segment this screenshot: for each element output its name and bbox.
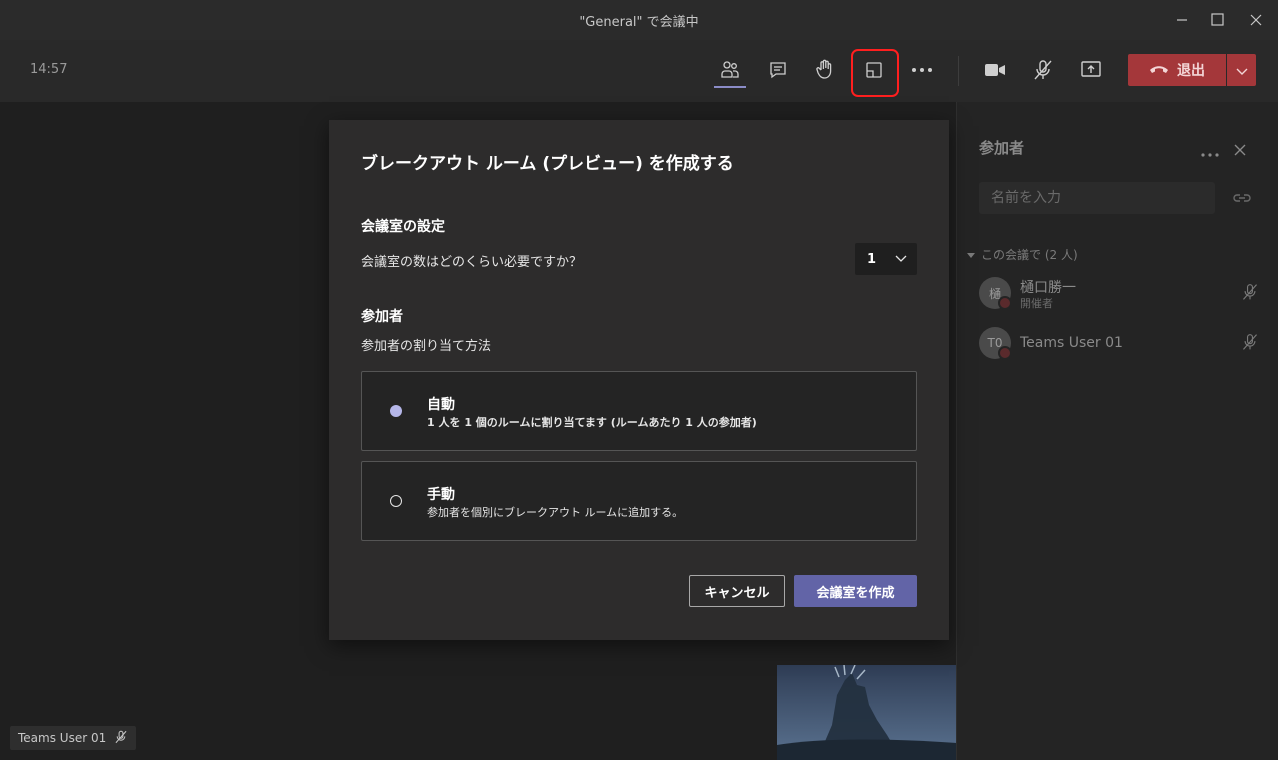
option-title: 手動 <box>427 487 455 503</box>
self-video-thumbnail <box>777 665 957 760</box>
panel-title: 参加者 <box>979 139 1025 157</box>
toolbar-divider <box>958 56 959 86</box>
avatar: T0 <box>979 327 1012 360</box>
self-name: Teams User 01 <box>18 731 107 745</box>
avatar: 樋 <box>979 277 1012 310</box>
option-automatic[interactable]: 自動 1 人を 1 個のルームに割り当てます (ルームあたり 1 人の参加者) <box>361 371 917 451</box>
participant-role: 開催者 <box>1020 297 1053 310</box>
status-badge <box>998 296 1012 310</box>
title-bar: "General" で会議中 <box>0 0 1278 40</box>
self-name-label: Teams User 01 <box>10 726 137 750</box>
mic-off-icon <box>1241 333 1259 355</box>
minimize-icon[interactable] <box>1170 8 1194 32</box>
option-description: 1 人を 1 個のルームに割り当てます (ルームあたり 1 人の参加者) <box>427 416 757 429</box>
create-breakout-rooms-dialog: ブレークアウト ルーム (プレビュー) を作成する 会議室の設定 会議室の数はど… <box>329 120 949 640</box>
chat-icon[interactable] <box>760 50 796 90</box>
option-manual[interactable]: 手動 参加者を個別にブレークアウト ルームに追加する。 <box>361 461 917 541</box>
assign-method-label: 参加者の割り当て方法 <box>361 339 492 354</box>
close-window-icon[interactable] <box>1244 8 1268 32</box>
hang-up-icon <box>1149 62 1169 78</box>
room-count-question: 会議室の数はどのくらい必要ですか？ <box>361 255 583 270</box>
radio-manual[interactable] <box>390 495 402 507</box>
close-icon[interactable] <box>1233 142 1247 161</box>
chevron-down-icon <box>1236 61 1248 80</box>
section-label: この会議で (2 人) <box>981 248 1078 262</box>
camera-icon[interactable] <box>977 50 1013 90</box>
leave-label: 退出 <box>1177 63 1205 79</box>
share-icon[interactable] <box>1073 50 1109 90</box>
participant-row[interactable]: T0 Teams User 01 <box>979 323 1269 363</box>
option-description: 参加者を個別にブレークアウト ルームに追加する。 <box>427 506 684 519</box>
meeting-clock: 14:57 <box>30 62 68 77</box>
participant-row[interactable]: 樋 樋口勝一 開催者 <box>979 273 1269 313</box>
create-rooms-button[interactable]: 会議室を作成 <box>794 575 917 607</box>
in-meeting-section-header[interactable]: この会議で (2 人) <box>967 246 1078 263</box>
participants-active-indicator <box>714 86 746 88</box>
window-title: "General" で会議中 <box>579 15 699 30</box>
mic-off-icon <box>114 730 128 747</box>
status-badge <box>998 346 1012 360</box>
chevron-down-icon <box>895 252 907 267</box>
raise-hand-icon[interactable] <box>807 50 843 90</box>
more-icon[interactable] <box>904 50 940 90</box>
participants-panel: 参加者 この会議で (2 人) 樋 樋口勝一 開催者 T0 Teams User… <box>956 102 1278 760</box>
mic-off-icon <box>1241 283 1259 305</box>
option-title: 自動 <box>427 397 455 413</box>
radio-automatic[interactable] <box>390 405 402 417</box>
more-icon[interactable] <box>1201 142 1219 161</box>
room-count-value: 1 <box>867 251 877 267</box>
maximize-icon[interactable] <box>1205 8 1229 32</box>
cancel-button[interactable]: キャンセル <box>689 575 785 607</box>
mic-off-icon[interactable] <box>1025 50 1061 90</box>
room-settings-heading: 会議室の設定 <box>361 219 445 235</box>
name-search-input[interactable] <box>979 182 1215 214</box>
leave-options-button[interactable] <box>1227 54 1256 86</box>
caret-down-icon <box>967 248 975 262</box>
participant-name: 樋口勝一 <box>1020 280 1076 296</box>
participants-heading: 参加者 <box>361 309 403 325</box>
room-count-select[interactable]: 1 <box>855 243 917 275</box>
breakout-button-highlight <box>851 49 899 97</box>
participants-icon[interactable] <box>712 50 748 90</box>
leave-button[interactable]: 退出 <box>1128 54 1226 86</box>
participant-name: Teams User 01 <box>1020 335 1123 351</box>
dialog-title: ブレークアウト ルーム (プレビュー) を作成する <box>361 154 734 174</box>
link-icon[interactable] <box>1233 190 1251 209</box>
